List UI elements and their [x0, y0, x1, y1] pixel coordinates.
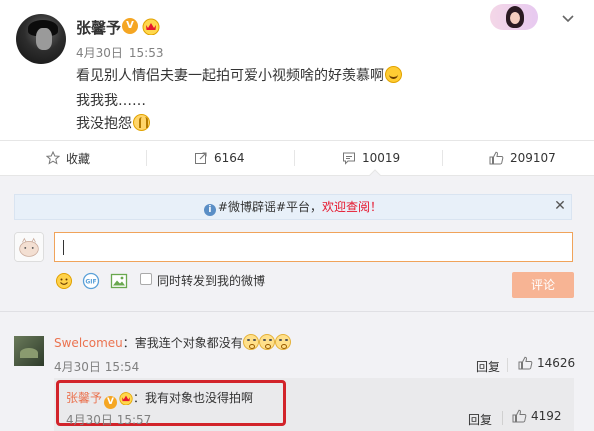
comment-like-button[interactable]: 14626	[518, 356, 575, 370]
commenter-name[interactable]: Swelcomeu	[54, 336, 123, 350]
reply-timestamp: 4月30日 15:57	[66, 411, 151, 428]
comment-time: 15:54	[104, 360, 140, 374]
reply-text: ：我有对象也没得拍啊	[133, 391, 254, 405]
forward-count: 6164	[214, 151, 245, 165]
comment-like-count: 14626	[537, 356, 576, 370]
image-icon[interactable]	[110, 272, 128, 290]
post-text-3: 我没抱怨	[76, 116, 132, 132]
member-decoration-image	[490, 4, 538, 30]
active-tab-caret	[369, 169, 381, 176]
comment-input[interactable]	[54, 232, 573, 262]
author-avatar[interactable]	[16, 14, 66, 64]
divider	[0, 311, 594, 312]
reply-reply-button[interactable]: 回复	[468, 411, 492, 428]
submit-comment-button[interactable]: 评论	[512, 272, 574, 298]
forward-checkbox[interactable]	[140, 273, 152, 285]
commenter-avatar[interactable]	[14, 336, 44, 366]
laugh-emoji-icon	[385, 66, 402, 83]
forward-option-label[interactable]: 同时转发到我的微博	[157, 272, 265, 289]
reply-like-count: 4192	[531, 409, 562, 423]
post-meta: 4月30日 15:53	[76, 44, 164, 61]
rumor-notice-banner[interactable]: i #微博辟谣#平台，欢迎查阅！	[14, 194, 572, 220]
favorite-button[interactable]: 收藏	[46, 147, 90, 169]
shy-emoji-icon	[274, 334, 291, 350]
notice-text: #微博辟谣#平台，	[217, 200, 323, 214]
like-button[interactable]: 209107	[489, 147, 556, 169]
post-text-line-3: 我没抱怨	[76, 113, 150, 133]
verified-badge-icon: V	[104, 396, 118, 409]
comment-text: ：害我连个对象都没有	[122, 336, 243, 350]
post-time[interactable]: 15:53	[129, 46, 164, 60]
verified-badge-icon: V	[122, 18, 138, 34]
thumbs-up-icon	[489, 151, 504, 165]
thumbs-up-icon	[518, 356, 533, 370]
folded-hands-emoji-icon	[133, 114, 150, 131]
post-text-line-2: 我我我……	[76, 93, 146, 109]
forward-button[interactable]: 6164	[194, 147, 245, 169]
reply-author-name[interactable]: 张馨予	[66, 391, 102, 405]
text-cursor	[63, 240, 64, 255]
comment-text-line: Swelcomeu：害我连个对象都没有	[54, 334, 291, 351]
divider	[0, 140, 594, 141]
gif-icon[interactable]: GIF	[82, 272, 100, 290]
reply-text-line: 张馨予 V ：我有对象也没得拍啊	[66, 389, 253, 409]
reply-time: 15:57	[116, 413, 152, 427]
post-text-1: 看见别人情侣夫妻一起拍可爱小视频啥的好羡慕啊	[76, 68, 384, 84]
comment-reply-button[interactable]: 回复	[476, 358, 500, 375]
crown-icon	[119, 392, 133, 405]
post-date[interactable]: 4月30日	[76, 46, 123, 60]
comment-count: 10019	[362, 151, 401, 165]
my-avatar[interactable]	[14, 232, 44, 262]
reply-date: 4月30日	[66, 413, 113, 427]
star-icon	[46, 151, 60, 165]
comment-icon	[343, 152, 355, 165]
forward-icon	[195, 152, 207, 164]
close-icon[interactable]: ✕	[553, 199, 567, 213]
shy-emoji-icon	[242, 334, 259, 350]
comment-button[interactable]: 10019	[342, 147, 400, 169]
notice-link[interactable]: 欢迎查阅！	[322, 200, 382, 214]
svg-text:GIF: GIF	[85, 279, 96, 286]
reply-like-button[interactable]: 4192	[512, 409, 562, 423]
like-count: 209107	[510, 151, 556, 165]
post-text-line-1: 看见别人情侣夫妻一起拍可爱小视频啥的好羡慕啊	[76, 65, 402, 85]
thumbs-up-icon	[512, 409, 527, 423]
crown-icon	[142, 18, 160, 35]
comment-date: 4月30日	[54, 360, 101, 374]
comment-timestamp: 4月30日 15:54	[54, 358, 139, 375]
shy-emoji-icon	[258, 334, 275, 350]
info-icon: i	[203, 204, 216, 216]
chevron-down-icon[interactable]	[560, 10, 576, 26]
weibo-post-screen: 张馨予 V 4月30日 15:53 看见别人情侣夫妻一起拍可爱小视频啥的好羡慕啊 …	[0, 0, 594, 431]
emoji-icon[interactable]	[55, 272, 73, 290]
author-name[interactable]: 张馨予	[76, 17, 121, 38]
favorite-label: 收藏	[66, 151, 91, 166]
